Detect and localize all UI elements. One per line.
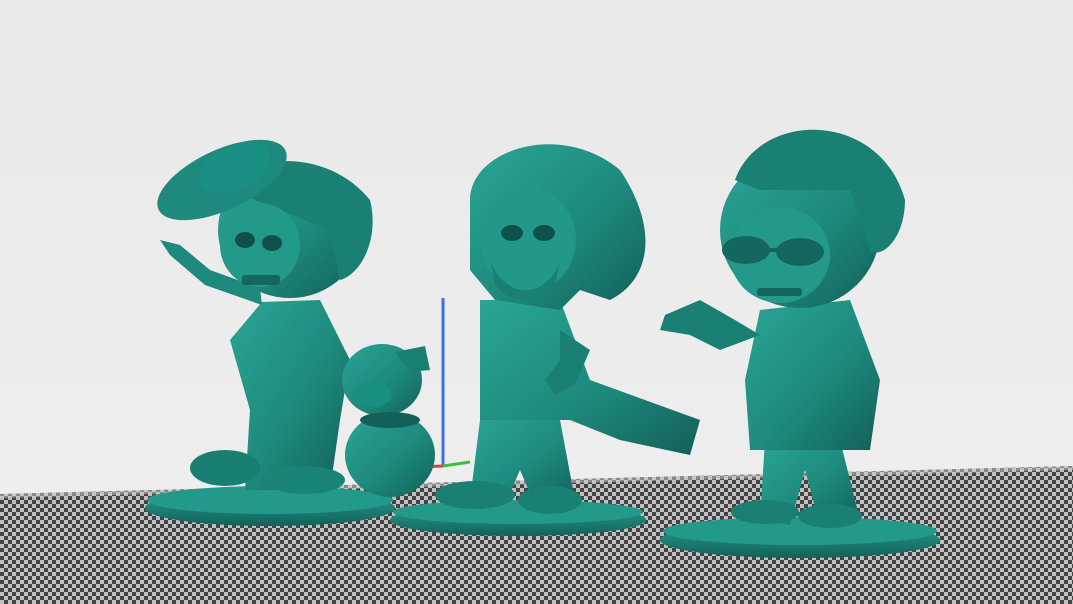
3d-viewport[interactable] <box>0 0 1073 604</box>
scene-canvas[interactable] <box>0 0 1073 604</box>
model-figure-with-hat-and-dog[interactable] <box>145 123 435 526</box>
y-axis-line <box>442 460 471 468</box>
